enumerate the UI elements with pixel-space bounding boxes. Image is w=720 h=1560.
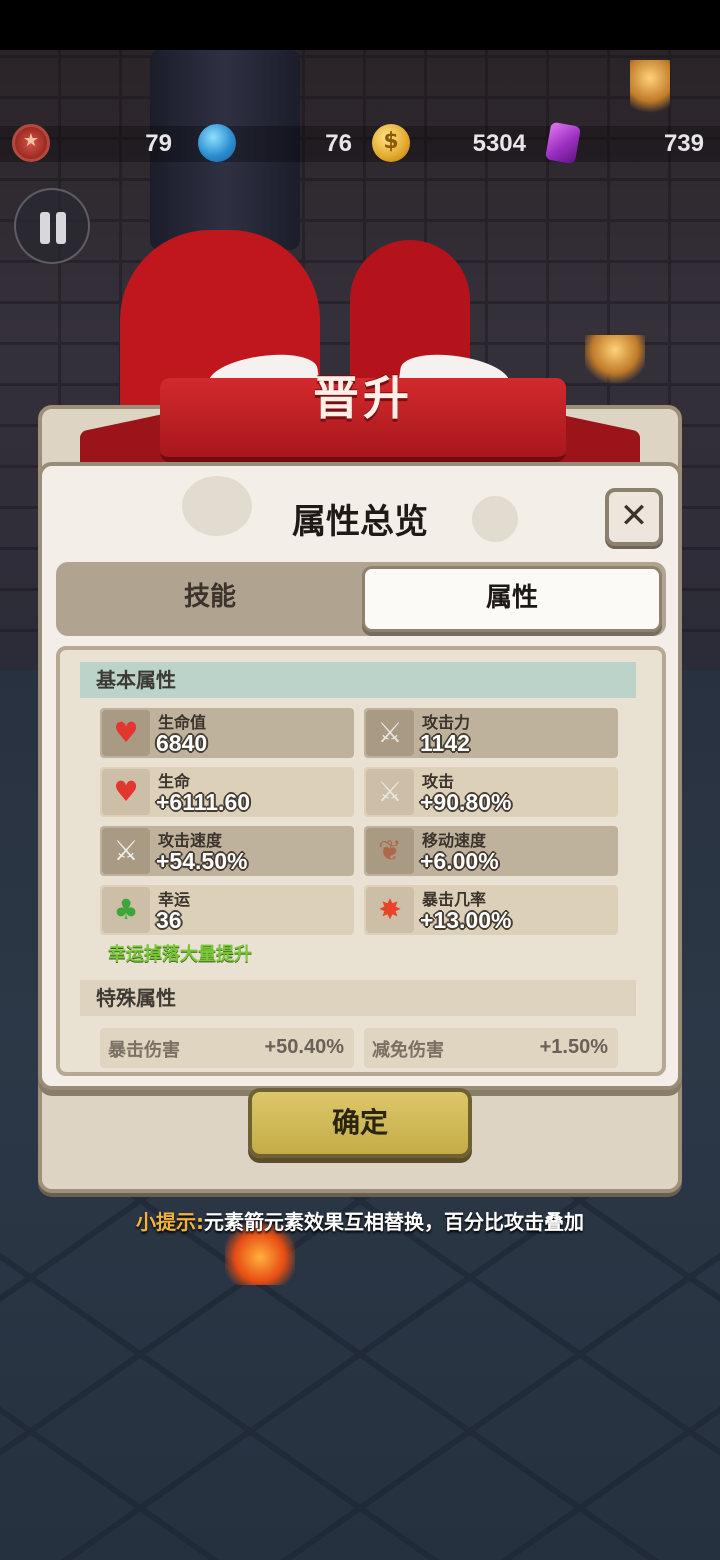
globe-count: 76: [325, 130, 352, 157]
stat-max-hp: ♥ 生命值 6840: [100, 708, 354, 758]
close-icon: ✕: [619, 496, 649, 536]
stat-luck: ♣ 幸运 36: [100, 885, 354, 935]
sword-icon: ⚔: [366, 769, 414, 815]
heart-up-icon: ♥: [102, 769, 150, 815]
winged-boot-icon: ❦: [366, 828, 414, 874]
pause-icon: [40, 212, 50, 244]
swift-sword-icon: ⚔: [102, 828, 150, 874]
tab-attributes[interactable]: 属性: [362, 566, 662, 632]
stat-crit-damage: 暴击伤害 +50.40%: [100, 1028, 354, 1068]
coin-icon: [372, 124, 410, 162]
sword-icon: ⚔: [366, 710, 414, 756]
stat-attack-bonus: ⚔ 攻击 +90.80%: [364, 767, 618, 817]
stat-damage-reduction: 减免伤害 +1.50%: [364, 1028, 618, 1068]
status-bar: [0, 0, 720, 50]
close-button[interactable]: ✕: [605, 488, 663, 546]
star-medal-count: 79: [145, 130, 172, 157]
heart-icon: ♥: [102, 710, 150, 756]
clover-icon: ♣: [102, 887, 150, 933]
globe-icon: [198, 124, 236, 162]
pause-button[interactable]: [14, 188, 90, 264]
stat-attack-power: ⚔ 攻击力 1142: [364, 708, 618, 758]
tab-bar: 技能 属性: [56, 562, 666, 636]
attribute-overview-dialog: 属性总览 ✕ 技能 属性 基本属性 ♥ 生命值 6840 ⚔ 攻击力 1142 …: [38, 462, 682, 1090]
special-attributes-heading: 特殊属性: [80, 980, 636, 1016]
tab-skills[interactable]: 技能: [60, 566, 360, 632]
tip-prefix: 小提示:: [136, 1210, 204, 1234]
star-medal-icon: [12, 124, 50, 162]
luck-note: 幸运掉落大量提升: [108, 944, 252, 965]
tip-body: 元素箭元素效果互相替换，百分比攻击叠加: [204, 1210, 584, 1234]
dialog-title: 属性总览: [292, 502, 428, 542]
stat-move-speed: ❦ 移动速度 +6.00%: [364, 826, 618, 876]
tip-text: 小提示:元素箭元素效果互相替换，百分比攻击叠加: [0, 1206, 720, 1235]
coin-count: 5304: [472, 130, 526, 157]
attribute-list[interactable]: 基本属性 ♥ 生命值 6840 ⚔ 攻击力 1142 ♥ 生命 +6111.60…: [56, 646, 666, 1076]
gem-count: 739: [663, 130, 704, 157]
promotion-title: 晋升: [313, 371, 413, 425]
candle-light: [585, 335, 645, 385]
floor-tiles: [0, 1190, 720, 1560]
candle-light: [630, 60, 670, 120]
burst-icon: ✸: [366, 887, 414, 933]
stat-attack-speed: ⚔ 攻击速度 +54.50%: [100, 826, 354, 876]
resource-hud: 79 76 5304 739: [0, 121, 720, 165]
stat-crit-rate: ✸ 暴击几率 +13.00%: [364, 885, 618, 935]
stat-hp-bonus: ♥ 生命 +6111.60: [100, 767, 354, 817]
confirm-button[interactable]: 确定: [248, 1088, 472, 1158]
basic-attributes-heading: 基本属性: [80, 662, 636, 698]
